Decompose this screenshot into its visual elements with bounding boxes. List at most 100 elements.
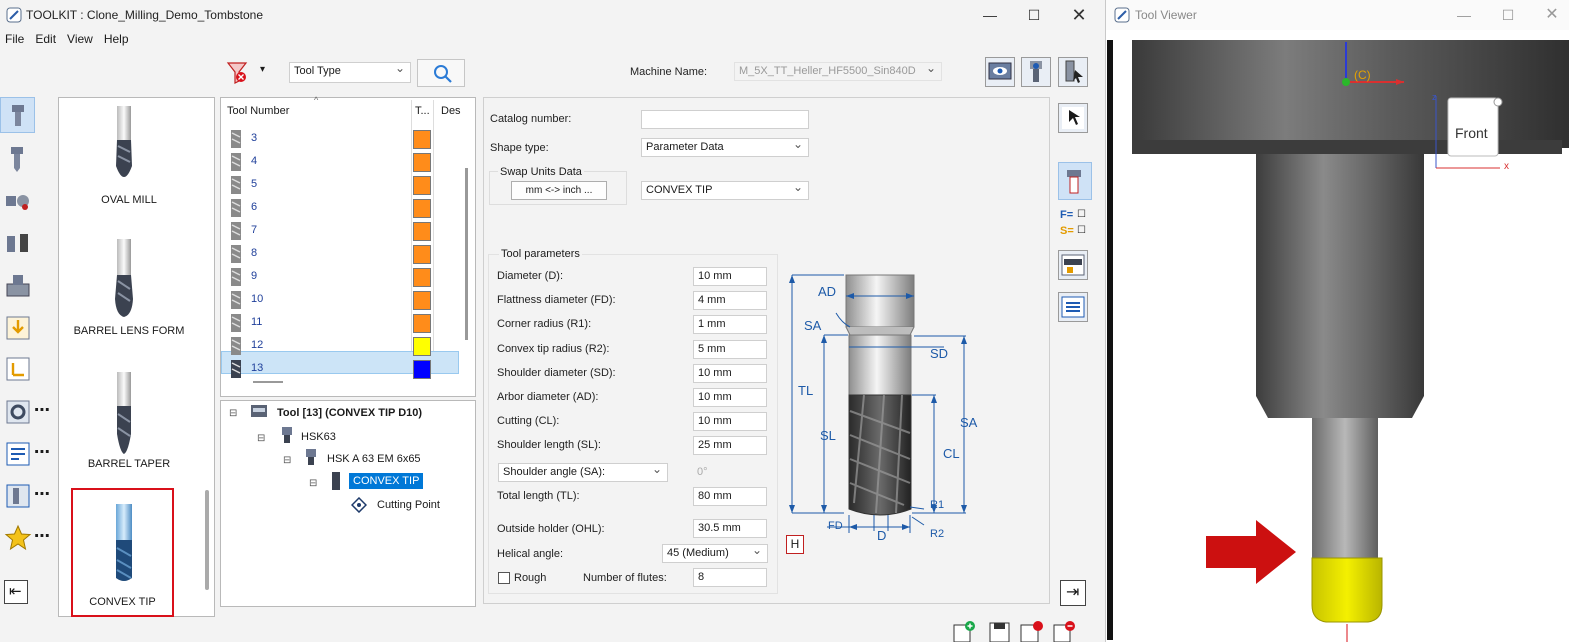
tool-color-swatch[interactable] — [413, 199, 431, 218]
ohl-input[interactable]: 30.5 mm — [693, 519, 767, 538]
tap-icon[interactable] — [4, 188, 32, 216]
report-list-button[interactable] — [1058, 292, 1088, 322]
tree-collapse-icon[interactable]: ⊟ — [229, 408, 237, 419]
tool-color-swatch[interactable] — [413, 245, 431, 264]
helical-angle-select[interactable]: 45 (Medium) — [662, 543, 768, 563]
tool-color-swatch[interactable] — [413, 291, 431, 310]
pointer-tool-button[interactable] — [1058, 103, 1088, 133]
machine-name-select[interactable]: M_5X_TT_Heller_HF5500_Sin840D — [734, 61, 942, 81]
flutes-input[interactable]: 8 — [693, 568, 767, 587]
minimize-icon[interactable]: — — [980, 5, 1000, 25]
tool-color-swatch[interactable] — [413, 153, 431, 172]
param-input[interactable]: 10 mm — [693, 412, 767, 432]
param-input[interactable]: 1 mm — [693, 315, 767, 335]
total-length-input[interactable]: 80 mm — [693, 487, 767, 506]
swap-units-button[interactable]: mm <-> inch ... — [511, 181, 607, 200]
menu-help[interactable]: Help — [99, 30, 135, 48]
list-edit-icon[interactable] — [4, 440, 32, 468]
menu-file[interactable]: File — [0, 30, 30, 48]
param-input[interactable]: 10 mm — [693, 363, 767, 383]
tool-color-swatch[interactable] — [413, 222, 431, 241]
menu-edit[interactable]: Edit — [30, 30, 62, 48]
viewer-maximize-icon[interactable]: ☐ — [1498, 5, 1518, 25]
speed-checkbox[interactable]: ☐ — [1077, 225, 1086, 236]
col-description[interactable]: Des — [441, 105, 461, 117]
tool-view-button[interactable] — [1058, 162, 1092, 200]
table-row[interactable]: 6 — [221, 197, 459, 220]
save-as-icon[interactable] — [1019, 620, 1045, 642]
more-2-icon[interactable]: ⋯ — [34, 442, 50, 462]
shape-type-select[interactable]: Parameter Data — [641, 137, 809, 157]
tool-3d-view[interactable] — [1106, 40, 1569, 642]
tree-collapse-icon[interactable]: ⊟ — [283, 455, 291, 466]
table-row[interactable]: 8 — [221, 243, 459, 266]
view-cube-front[interactable]: Front — [1455, 125, 1488, 141]
viewer-close-icon[interactable]: ✕ — [1542, 5, 1562, 25]
table-row[interactable]: 13 — [221, 358, 459, 381]
collapse-left-button[interactable]: ⇤ — [4, 580, 28, 604]
gallery-item-barrel-lens-form[interactable]: BARREL LENS FORM — [59, 233, 199, 363]
tool-list-hscroll[interactable] — [253, 381, 283, 383]
tool-color-swatch[interactable] — [413, 314, 431, 333]
filter-dropdown-icon[interactable]: ▾ — [260, 64, 265, 75]
drill-icon[interactable] — [4, 145, 32, 173]
tree-point-label[interactable]: Cutting Point — [377, 499, 440, 511]
close-icon[interactable]: ✕ — [1069, 5, 1089, 25]
holder-diagram-button[interactable]: H — [786, 535, 804, 554]
tool-edit-icon[interactable] — [4, 482, 32, 510]
viewer-minimize-icon[interactable]: — — [1454, 5, 1474, 25]
tool-color-swatch[interactable] — [413, 176, 431, 195]
table-row[interactable]: 5 — [221, 174, 459, 197]
tree-collapse-icon[interactable]: ⊟ — [257, 433, 265, 444]
catalog-number-input[interactable] — [641, 110, 809, 129]
tree-root-label[interactable]: Tool [13] (CONVEX TIP D10) — [277, 407, 422, 419]
table-row[interactable]: 9 — [221, 266, 459, 289]
gallery-item-oval-mill[interactable]: OVAL MILL — [59, 98, 199, 228]
table-row[interactable]: 10 — [221, 289, 459, 312]
search-button[interactable] — [417, 59, 465, 87]
holder-icon[interactable] — [4, 272, 32, 300]
table-row[interactable]: 3 — [221, 128, 459, 151]
tree-holder2-label[interactable]: HSK A 63 EM 6x65 — [327, 453, 421, 465]
param-input[interactable]: 10 mm — [693, 267, 767, 286]
tool-color-swatch[interactable] — [413, 360, 431, 379]
feed-checkbox[interactable]: ☐ — [1077, 209, 1086, 220]
menu-view[interactable]: View — [62, 30, 99, 48]
new-tool-icon[interactable] — [952, 620, 978, 642]
collapse-right-button[interactable]: ⇥ — [1060, 580, 1086, 606]
insert-tool-icon[interactable] — [4, 230, 32, 258]
gallery-item-convex-tip[interactable]: CONVEX TIP — [71, 488, 174, 617]
filter-icon[interactable] — [226, 60, 248, 86]
export-icon[interactable] — [4, 355, 32, 383]
viewer-toggle-button[interactable] — [985, 57, 1015, 87]
tool-info-button[interactable] — [1021, 57, 1051, 87]
param-input[interactable]: 25 mm — [693, 436, 767, 456]
tool-type-endmill-tab[interactable] — [0, 97, 35, 133]
more-4-icon[interactable]: ⋯ — [34, 526, 50, 546]
tool-list-vscroll[interactable] — [465, 168, 468, 340]
shoulder-angle-select[interactable]: Shoulder angle (SA): — [498, 462, 668, 482]
gallery-item-barrel-taper[interactable]: BARREL TAPER — [59, 366, 199, 496]
settings-gear-icon[interactable] — [4, 398, 32, 426]
table-row[interactable]: 12 — [221, 335, 459, 358]
param-input[interactable]: 10 mm — [693, 388, 767, 407]
tool-color-swatch[interactable] — [413, 130, 431, 149]
more-1-icon[interactable]: ⋯ — [34, 400, 50, 420]
tree-holder1-label[interactable]: HSK63 — [301, 431, 336, 443]
col-type[interactable]: T... — [415, 105, 430, 117]
param-input[interactable]: 5 mm — [693, 339, 767, 359]
import-icon[interactable] — [4, 314, 32, 342]
tool-type-select[interactable]: CONVEX TIP — [641, 180, 809, 200]
rough-checkbox[interactable] — [498, 572, 510, 584]
filter-type-select[interactable]: Tool Type — [289, 61, 411, 83]
tool-select-button[interactable] — [1058, 57, 1088, 87]
tree-collapse-icon[interactable]: ⊟ — [309, 478, 317, 489]
tool-color-swatch[interactable] — [413, 337, 431, 356]
delete-tool-icon[interactable] — [1052, 620, 1078, 642]
more-3-icon[interactable]: ⋯ — [34, 484, 50, 504]
machine-setup-button[interactable] — [1058, 250, 1088, 280]
maximize-icon[interactable]: ☐ — [1024, 5, 1044, 25]
tree-tool-label[interactable]: CONVEX TIP — [349, 473, 424, 489]
table-row[interactable]: 11 — [221, 312, 459, 335]
tool-color-swatch[interactable] — [413, 268, 431, 287]
